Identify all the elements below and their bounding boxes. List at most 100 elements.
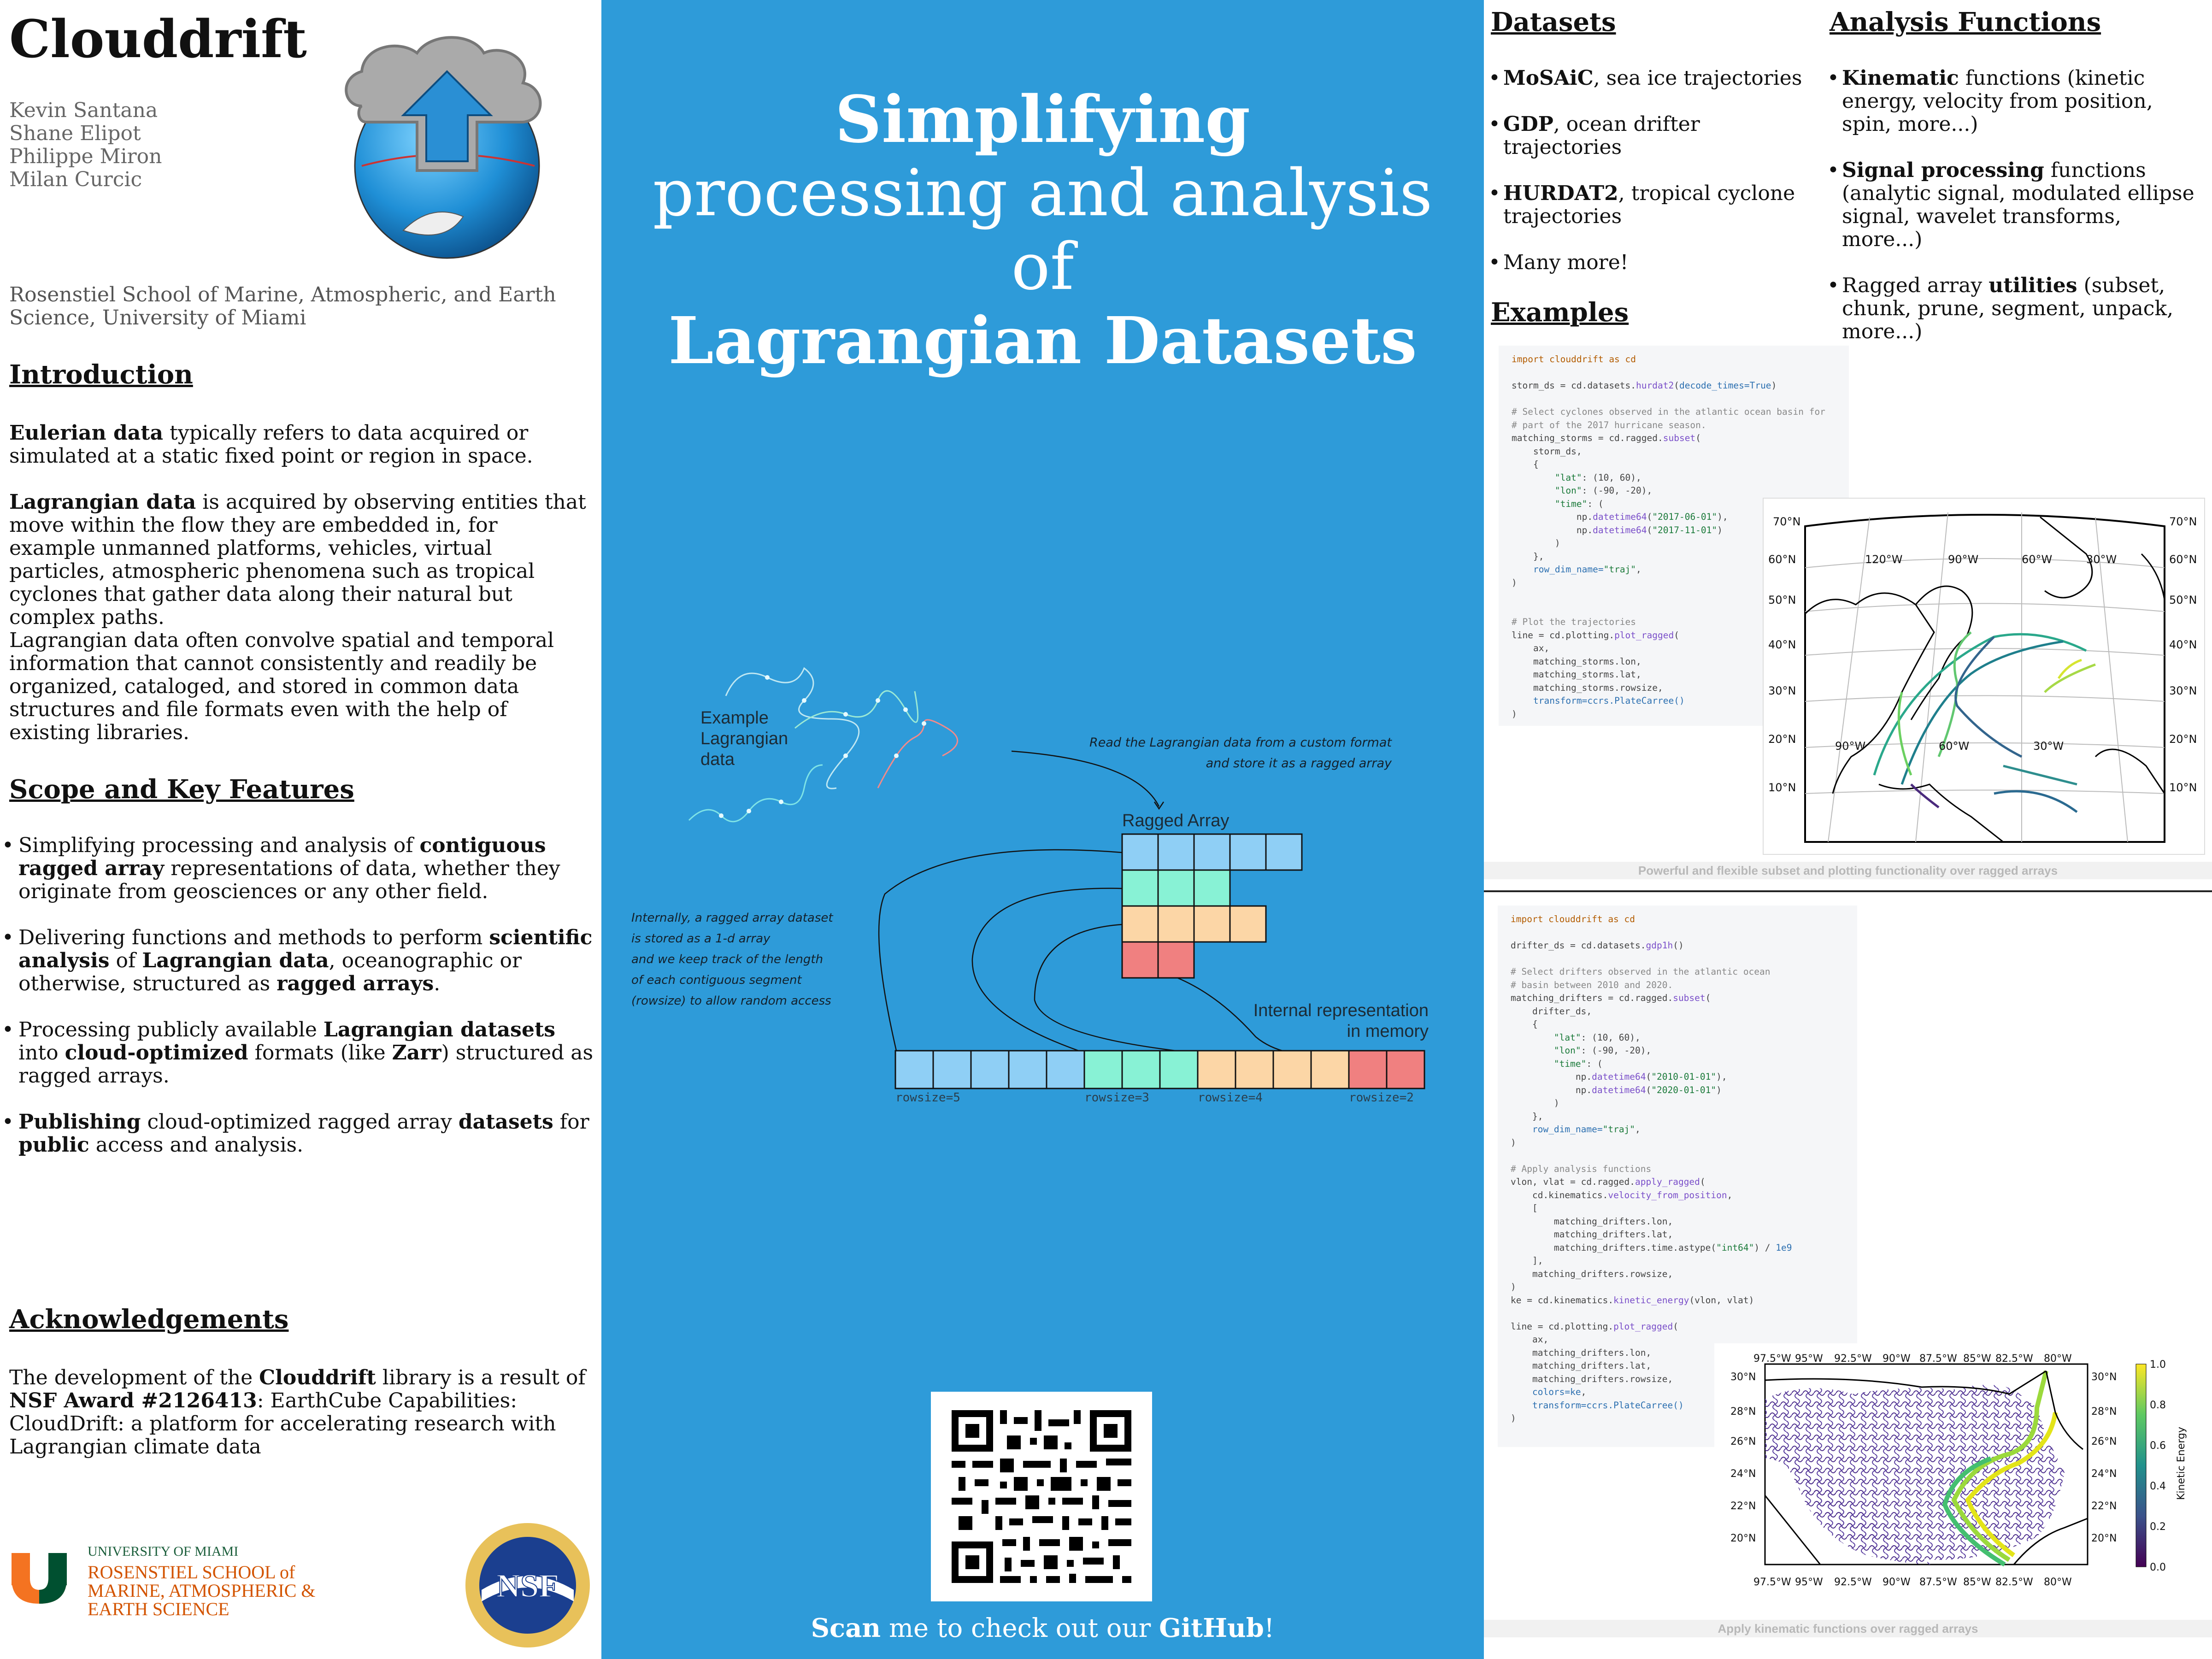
- title-line: Lagrangian Datasets: [668, 303, 1417, 379]
- list-item: HURDAT2, tropical cyclone trajectories: [1488, 182, 1820, 228]
- lon-label: 60°W: [2022, 553, 2052, 566]
- um-logo-line2: ROSENSTIEL SCHOOL of MARINE, ATMOSPHERIC…: [88, 1562, 316, 1619]
- datasets-list: MoSAiC, sea ice trajectories GDP, ocean …: [1488, 67, 1820, 297]
- scope-list: Simplifying processing and analysis of c…: [0, 834, 594, 1180]
- scope-heading: Scope and Key Features: [9, 774, 354, 805]
- lon-label: 80°W: [2044, 1353, 2072, 1365]
- lat-label: 30°N: [2169, 684, 2197, 697]
- lat-label: 10°N: [2169, 781, 2197, 794]
- section-divider: [1484, 890, 2212, 892]
- university-of-miami-logo: UNIVERSITY OF MIAMI ROSENSTIEL SCHOOL of…: [12, 1535, 316, 1627]
- title-line: Simplifying: [835, 82, 1251, 158]
- lat-label: 30°N: [1768, 684, 1796, 697]
- middle-column: Simplifying processing and analysis of L…: [601, 0, 1484, 1659]
- lon-label: 92.5°W: [1834, 1577, 1872, 1588]
- rowsize-label: rowsize=4: [1198, 1091, 1263, 1105]
- lon-label: 90°W: [1835, 740, 1865, 753]
- functions-list: Kinematic functions (kinetic energy, vel…: [1827, 67, 2205, 366]
- internal-note: (rowsize) to allow random access: [631, 994, 831, 1008]
- lat-label: 50°N: [2169, 594, 2197, 606]
- internal-note: of each contiguous segment: [631, 973, 802, 987]
- list-item: Delivering functions and methods to perf…: [0, 926, 594, 995]
- intro-paragraph-1: Eulerian data typically refers to data a…: [9, 422, 590, 468]
- colorbar-tick: 0.4: [2150, 1481, 2166, 1492]
- example-label: data: [700, 750, 735, 769]
- lon-label: 90°W: [1883, 1577, 1911, 1588]
- author: Kevin Santana: [9, 99, 158, 122]
- colorbar-tick: 0.6: [2150, 1440, 2166, 1452]
- internal-note: is stored as a 1-d array: [631, 932, 771, 946]
- lon-label: 85°W: [1963, 1577, 1991, 1588]
- colorbar-tick: 0.2: [2150, 1521, 2166, 1533]
- author: Shane Elipot: [9, 122, 141, 145]
- author: Milan Curcic: [9, 168, 142, 191]
- lon-label: 80°W: [2044, 1577, 2072, 1588]
- map-plot-2: 97.5°W 95°W 92.5°W 90°W 87.5°W 85°W 82.5…: [1730, 1353, 2187, 1588]
- lat-label: 28°N: [1730, 1406, 1756, 1418]
- scan-github-callout: Scan me to check out our GitHub!: [811, 1613, 1275, 1643]
- left-column: Clouddrift Kevin Santana Shane Elipot Ph…: [0, 0, 601, 1659]
- github-qr-code[interactable]: [931, 1392, 1152, 1601]
- acknowledgements-heading: Acknowledgements: [9, 1304, 289, 1335]
- lat-label: 50°N: [1768, 594, 1796, 606]
- datasets-heading: Datasets: [1491, 7, 1616, 37]
- lat-label: 26°N: [1730, 1436, 1756, 1447]
- author-list: Kevin Santana Shane Elipot Philippe Miro…: [9, 99, 162, 191]
- memory-label: in memory: [1347, 1022, 1429, 1041]
- nsf-logo: NSF: [465, 1523, 590, 1647]
- rowsize-label: rowsize=3: [1084, 1091, 1149, 1105]
- lat-label: 20°N: [2091, 1533, 2117, 1544]
- colorbar: [2136, 1364, 2147, 1567]
- title-line: processing and analysis: [653, 156, 1433, 231]
- lat-label: 20°N: [2169, 733, 2197, 746]
- title-line: of: [1011, 229, 1074, 305]
- lon-label: 85°W: [1963, 1353, 1991, 1365]
- lat-label: 22°N: [1730, 1500, 1756, 1512]
- lon-label: 82.5°W: [1995, 1577, 2033, 1588]
- lon-label: 87.5°W: [1919, 1353, 1957, 1365]
- internal-note: and we keep track of the length: [631, 953, 823, 966]
- lat-label: 20°N: [1768, 733, 1796, 746]
- lat-label: 40°N: [1768, 638, 1796, 651]
- lat-label: 26°N: [2091, 1436, 2117, 1447]
- memory-array: [894, 1050, 1425, 1089]
- main-title: Simplifying processing and analysis of L…: [601, 83, 1484, 378]
- right-column: Datasets MoSAiC, sea ice trajectories GD…: [1484, 0, 2212, 1659]
- lon-label: 120°W: [1865, 553, 1903, 566]
- lat-label: 30°N: [1730, 1371, 1756, 1383]
- example-label: Example: [700, 708, 769, 728]
- lon-label: 95°W: [1795, 1577, 1823, 1588]
- term: Lagrangian data: [9, 490, 196, 514]
- internal-note: Internally, a ragged array dataset: [631, 911, 833, 925]
- colorbar-tick: 0.0: [2150, 1562, 2166, 1573]
- lon-label: 92.5°W: [1834, 1353, 1872, 1365]
- list-item: MoSAiC, sea ice trajectories: [1488, 67, 1820, 90]
- introduction-heading: Introduction: [9, 359, 193, 390]
- analysis-functions-heading: Analysis Functions: [1830, 7, 2101, 37]
- list-item: Publishing cloud-optimized ragged array …: [0, 1111, 594, 1157]
- map-plot-1: 70°N 60°N 50°N 40°N 30°N 20°N 10°N 70°N …: [1768, 512, 2197, 843]
- ragged-array-diagram: Example Lagrangian data Read the Lagrang…: [631, 667, 1429, 1105]
- affiliation: Rosenstiel School of Marine, Atmospheric…: [9, 283, 556, 329]
- lat-label: 30°N: [2091, 1371, 2117, 1383]
- lat-label: 70°N: [2169, 515, 2197, 528]
- lon-label: 97.5°W: [1753, 1353, 1791, 1365]
- lat-label: 22°N: [2091, 1500, 2117, 1512]
- caption-kinematics-plot: Apply kinematic functions over ragged ar…: [1484, 1620, 2212, 1637]
- um-logo-line1: UNIVERSITY OF MIAMI: [88, 1544, 239, 1559]
- lat-label: 40°N: [2169, 638, 2197, 651]
- colorbar-label: Kinetic Energy: [2176, 1427, 2187, 1500]
- list-item: Kinematic functions (kinetic energy, vel…: [1827, 67, 2205, 136]
- list-item: Ragged array utilities (subset, chunk, p…: [1827, 274, 2205, 343]
- read-note: Read the Lagrangian data from a custom f…: [1089, 735, 1392, 750]
- lat-label: 70°N: [1773, 515, 1801, 528]
- lon-label: 87.5°W: [1919, 1577, 1957, 1588]
- term: Eulerian data: [9, 421, 164, 445]
- colorbar-tick: 0.8: [2150, 1400, 2166, 1411]
- lat-label: 28°N: [2091, 1406, 2117, 1418]
- lon-label: 30°W: [2086, 553, 2117, 566]
- list-item: GDP, ocean drifter trajectories: [1488, 113, 1820, 159]
- ragged-array-grid: [1121, 833, 1303, 979]
- lat-label: 60°N: [1768, 553, 1796, 566]
- list-item: Simplifying processing and analysis of c…: [0, 834, 594, 903]
